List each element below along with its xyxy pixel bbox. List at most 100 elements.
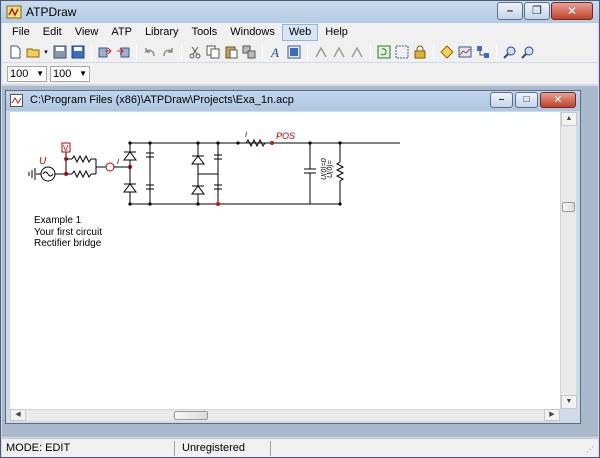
plot-icon bbox=[458, 46, 471, 58]
notes-line-2: Your first circuit bbox=[34, 226, 102, 238]
load-resistor[interactable] bbox=[335, 143, 345, 204]
close-icon: ✕ bbox=[553, 94, 563, 106]
maximize-button[interactable]: ❐ bbox=[524, 2, 550, 20]
zoom-combo-2[interactable]: 100 ▼ bbox=[50, 65, 90, 82]
minimize-icon: – bbox=[498, 94, 505, 105]
close-icon: ✕ bbox=[566, 4, 578, 18]
paste-icon bbox=[225, 46, 237, 59]
child-minimize-button[interactable]: – bbox=[490, 92, 513, 108]
menu-windows[interactable]: Windows bbox=[224, 24, 281, 41]
scroll-left-button[interactable]: ◀ bbox=[10, 409, 26, 421]
dc-capacitor[interactable] bbox=[304, 143, 316, 204]
child-close-button[interactable]: ✕ bbox=[540, 92, 576, 108]
zoom-combo-1[interactable]: 100 ▼ bbox=[7, 65, 47, 82]
scroll-down-button[interactable]: ▼ bbox=[561, 395, 577, 409]
mdi-workspace: C:\Program Files (x86)\ATPDraw\Projects\… bbox=[2, 86, 598, 437]
pos-node-label: POS bbox=[276, 131, 295, 141]
redo-button[interactable] bbox=[159, 44, 176, 61]
horizontal-scroll-thumb[interactable] bbox=[174, 411, 208, 420]
ac-source[interactable] bbox=[40, 166, 56, 182]
picture-icon bbox=[287, 45, 300, 59]
status-registration: Unregistered bbox=[182, 442, 245, 454]
toolbar-separator bbox=[262, 44, 263, 60]
pos-node[interactable] bbox=[270, 141, 274, 145]
picture-button[interactable] bbox=[285, 44, 302, 61]
circuit-window: C:\Program Files (x86)\ATPDraw\Projects\… bbox=[5, 90, 581, 424]
cut-button[interactable] bbox=[186, 44, 203, 61]
close-button[interactable]: ✕ bbox=[551, 2, 593, 20]
vertical-scrollbar[interactable]: ▲ ▼ bbox=[560, 112, 577, 409]
text-button[interactable]: A bbox=[267, 44, 284, 61]
resize-grip-icon[interactable]: ⋰ bbox=[586, 445, 596, 455]
menu-view[interactable]: View bbox=[69, 24, 105, 41]
menu-atp[interactable]: ATP bbox=[105, 24, 138, 41]
bridge-output-node[interactable] bbox=[216, 202, 220, 206]
open-dropdown-button[interactable]: ▾ bbox=[42, 44, 50, 61]
redo-icon bbox=[162, 48, 173, 57]
import-button[interactable] bbox=[96, 44, 113, 61]
new-file-button[interactable] bbox=[6, 44, 23, 61]
minimize-button[interactable]: – bbox=[497, 2, 523, 20]
voltage-probe[interactable]: V bbox=[61, 142, 71, 157]
source-label: U bbox=[39, 156, 47, 167]
paste-button[interactable] bbox=[222, 44, 239, 61]
circuit-window-title-bar[interactable]: C:\Program Files (x86)\ATPDraw\Projects\… bbox=[6, 91, 580, 111]
export-button[interactable] bbox=[114, 44, 131, 61]
scroll-right-button[interactable]: ▶ bbox=[544, 409, 560, 421]
flip-icon bbox=[350, 46, 363, 58]
diode-bridge-1[interactable] bbox=[123, 142, 400, 205]
copy-icon bbox=[206, 45, 219, 59]
diode-bridge-2[interactable] bbox=[191, 143, 222, 204]
plot-button[interactable] bbox=[456, 44, 473, 61]
flip-button[interactable] bbox=[348, 44, 365, 61]
new-file-icon bbox=[10, 45, 20, 59]
main-toolbar: ▾ A bbox=[2, 42, 598, 62]
text-icon: A bbox=[270, 45, 279, 59]
menu-edit[interactable]: Edit bbox=[37, 24, 68, 41]
save-all-button[interactable] bbox=[69, 44, 86, 61]
scroll-down-icon: ▼ bbox=[565, 398, 573, 405]
title-bar: ATPDraw – ❐ ✕ bbox=[1, 1, 599, 23]
copy-button[interactable] bbox=[204, 44, 221, 61]
app-title: ATPDraw bbox=[26, 5, 77, 19]
lock-icon bbox=[414, 45, 425, 59]
horizontal-scrollbar[interactable]: ◀ ▶ bbox=[10, 409, 560, 421]
zoom-in-button[interactable] bbox=[501, 44, 518, 61]
rotate-right-icon bbox=[332, 46, 345, 58]
save-button[interactable] bbox=[51, 44, 68, 61]
menu-web[interactable]: Web bbox=[281, 24, 319, 41]
svg-text:A: A bbox=[270, 45, 279, 59]
select-all-button[interactable] bbox=[393, 44, 410, 61]
zoom-out-button[interactable] bbox=[519, 44, 536, 61]
rotate-left-button[interactable] bbox=[312, 44, 329, 61]
undo-button[interactable] bbox=[141, 44, 158, 61]
maximize-icon: □ bbox=[523, 94, 530, 105]
run-atp-button[interactable] bbox=[438, 44, 455, 61]
open-folder-icon bbox=[26, 48, 39, 58]
import-icon bbox=[98, 47, 112, 58]
restore-icon: ❐ bbox=[532, 5, 542, 17]
menu-library[interactable]: Library bbox=[139, 24, 185, 41]
rotate-right-button[interactable] bbox=[330, 44, 347, 61]
circuit-canvas[interactable]: U V I I POS U(0)=0 U(0)= Example 1 Your … bbox=[10, 112, 560, 409]
duplicate-button[interactable] bbox=[240, 44, 257, 61]
network-button[interactable] bbox=[474, 44, 491, 61]
cut-icon bbox=[189, 46, 200, 59]
open-file-button[interactable] bbox=[24, 44, 41, 61]
child-maximize-button[interactable]: □ bbox=[515, 92, 538, 108]
notes-line-3: Rectifier bridge bbox=[34, 238, 102, 249]
status-separator bbox=[174, 441, 175, 456]
source-impedance-lower[interactable] bbox=[66, 169, 96, 179]
source-impedance-upper[interactable] bbox=[66, 154, 96, 164]
menu-tools[interactable]: Tools bbox=[186, 24, 224, 41]
scroll-up-button[interactable]: ▲ bbox=[561, 112, 577, 126]
save-all-icon bbox=[71, 45, 84, 59]
refresh-button[interactable] bbox=[375, 44, 392, 61]
current-probe-1[interactable] bbox=[105, 162, 115, 172]
menu-file[interactable]: File bbox=[6, 24, 36, 41]
vertical-scroll-thumb[interactable] bbox=[562, 202, 575, 212]
duplicate-icon bbox=[242, 45, 255, 59]
menu-help[interactable]: Help bbox=[319, 24, 354, 41]
save-icon bbox=[53, 45, 66, 59]
lock-button[interactable] bbox=[411, 44, 428, 61]
